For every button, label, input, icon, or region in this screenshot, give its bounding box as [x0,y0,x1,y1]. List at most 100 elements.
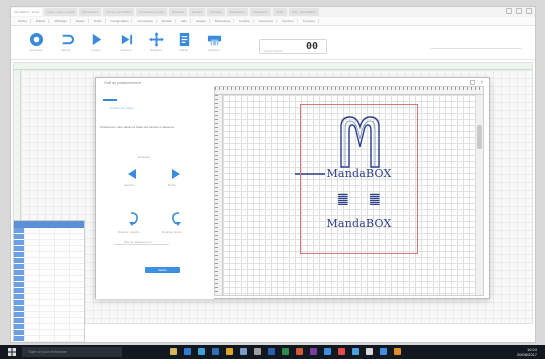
menu-item[interactable]: Outils [91,19,106,23]
store-icon[interactable] [198,348,205,355]
menu-item[interactable]: Connexion [256,19,277,23]
settings-icon[interactable] [254,348,261,355]
arrow-left-icon[interactable] [126,168,138,180]
figure-glyph-left: ䷀ [337,191,349,206]
table-header [14,221,84,228]
figure-glyph-right: ䷀ [369,191,381,206]
app-icon[interactable] [324,348,331,355]
dialog-sublink[interactable]: Position de l'objet [110,106,133,110]
data-table-panel[interactable] [13,220,85,343]
window-tab[interactable]: Aide - MandaBOX [288,8,319,16]
dialog-maximize-icon[interactable] [470,80,475,85]
design-bounding-box[interactable]: MandaBOX ䷀ ䷀ MandaBOX [300,104,418,254]
printer-button[interactable]: Imprimer [203,32,225,58]
taskbar-clock[interactable]: 10:24 20/06/2017 [517,347,537,357]
photos-icon[interactable] [240,348,247,355]
menu-item[interactable]: Imprimer [279,19,298,23]
os-taskbar: Taper ici pour rechercher 10:24 20/06/20… [0,345,545,359]
window-tab[interactable]: Conception simple [136,8,167,16]
printer-icon [207,35,221,46]
design-preview[interactable]: MandaBOX ䷀ ䷀ MandaBOX [214,86,484,296]
window-tab[interactable]: Dodu - Accès rapide [44,8,78,16]
confirm-button[interactable]: Valider [145,267,180,273]
step-button[interactable]: Avancer [115,32,137,58]
clock-date: 20/06/2017 [516,352,537,357]
close-icon[interactable] [526,8,532,14]
menu-item[interactable]: Module [159,19,176,23]
m-logo-icon [340,116,380,168]
application-window: MandaBOX - Dodu Dodu - Accès rapide Ress… [10,6,536,343]
move-caption: Déplacer [138,155,151,159]
preview-scrollbar[interactable] [475,95,483,295]
undo-button[interactable]: Retour [55,32,77,58]
window-tab[interactable]: Ressources [79,8,102,16]
chrome-icon[interactable] [226,348,233,355]
window-tab[interactable]: Nouveau [168,8,187,16]
app-icon[interactable] [366,348,373,355]
move-button[interactable]: Déplacer [145,32,167,58]
table-row[interactable] [14,342,84,343]
menu-item[interactable]: À propos [300,19,319,23]
window-tab[interactable]: Fenêtre [188,8,206,16]
mail-icon[interactable] [212,348,219,355]
menu-item[interactable]: Configuration [108,19,133,23]
step-slider[interactable] [114,244,169,245]
menu-item[interactable]: Aide [178,19,191,23]
window-tab[interactable]: MandaBOX - Dodu [11,8,43,16]
menu-item[interactable]: Langue [193,19,210,23]
toolbar-label: Lancer [91,48,101,52]
time-readout: Temps estimé 00 [259,39,327,54]
window-controls [506,8,532,14]
minimize-icon[interactable] [506,8,512,14]
app-icon[interactable] [338,348,345,355]
main-toolbar: Connecter Retour Lancer Avancer Déplacer… [11,26,535,60]
edge-icon[interactable] [184,348,191,355]
excel-icon[interactable] [282,348,289,355]
menu-item[interactable]: Fenêtre [236,19,254,23]
toolbar-label: Connecter [29,48,43,52]
window-tab[interactable]: Paramètres [226,8,249,16]
window-tab[interactable]: Ouvrir mes fichiers [103,8,135,16]
app-icon[interactable] [380,348,387,355]
toolbar-label: Déplacer [149,48,162,52]
brand-text-top: MandaBOX [326,167,392,180]
preview-ruler-top [215,87,483,95]
arrow-right-icon[interactable] [170,168,182,180]
file-explorer-icon[interactable] [170,348,177,355]
onenote-icon[interactable] [310,348,317,355]
toolbar-label: Fichier [179,48,189,52]
readout-value: 00 [305,41,318,52]
menu-item[interactable]: Édition [33,19,50,23]
menu-item[interactable]: Dessin [73,19,89,23]
dialog-accent-bar [103,99,117,101]
window-tab[interactable]: Dossiers [207,8,225,16]
taskbar-search-input[interactable]: Taper ici pour rechercher [22,347,122,357]
window-tab[interactable]: Navigateur [250,8,271,16]
window-tab[interactable]: Outils [272,8,287,16]
workspace-ruler-top [14,63,532,70]
undo-icon [62,34,74,45]
menu-item[interactable]: Commande [134,19,157,23]
play-icon [92,33,101,46]
document-button[interactable]: Fichier [173,32,195,58]
windows-start-icon[interactable] [8,348,16,356]
taskbar-search-placeholder: Taper ici pour rechercher [28,350,67,354]
rotate-left-label: Rotation gauche [118,230,140,234]
app-icon[interactable] [394,348,401,355]
move-icon [148,32,164,47]
maximize-icon[interactable] [516,8,522,14]
dialog-instruction: Positionnez votre dessin à l'aide des fl… [100,125,174,129]
rotate-left-icon[interactable] [128,210,140,228]
connect-button[interactable]: Connecter [25,32,47,58]
word-icon[interactable] [268,348,275,355]
readout-caption: Temps estimé [264,49,283,53]
tab-strip: MandaBOX - Dodu Dodu - Accès rapide Ress… [11,7,535,17]
preview-scroll-thumb[interactable] [477,125,482,149]
powerpoint-icon[interactable] [296,348,303,355]
app-icon[interactable] [352,348,359,355]
menu-item[interactable]: Affichage [51,19,71,23]
play-button[interactable]: Lancer [85,32,107,58]
menu-item[interactable]: Paramètres [212,19,235,23]
rotate-right-icon[interactable] [170,210,182,228]
menu-item[interactable]: Fichier [15,19,32,23]
